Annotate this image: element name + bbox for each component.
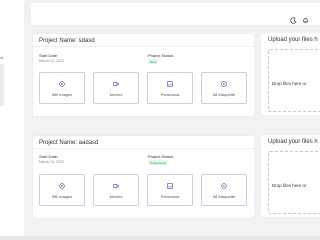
start-date-value: March 14, 2022 xyxy=(39,160,64,164)
movies-label: Movies xyxy=(109,194,123,199)
upload-panel: Upload your files h Drop files here or xyxy=(261,33,320,115)
bottom-edge xyxy=(0,236,320,240)
movies-label: Movies xyxy=(109,92,123,97)
upload-title: Upload your files h xyxy=(268,139,318,145)
aperture-icon xyxy=(59,81,65,87)
video-icon xyxy=(113,82,119,86)
status-badge: New xyxy=(148,59,159,64)
upload-panel: Upload your files h Drop files here or xyxy=(261,135,320,217)
bell-icon[interactable] xyxy=(302,11,309,24)
aperture-icon xyxy=(59,183,65,189)
project-card: Project Name: sdasd Start Date: March 13… xyxy=(32,33,255,117)
dropzone-text: Drop files here or xyxy=(272,81,307,86)
all-maquette-button[interactable]: All Maquette xyxy=(201,72,247,104)
still-images-label: Still Images xyxy=(51,194,73,199)
all-maquette-button[interactable]: All Maquette xyxy=(201,174,247,206)
play-icon xyxy=(221,81,227,87)
play-icon xyxy=(221,183,227,189)
panorama-label: Panorama xyxy=(160,194,180,199)
still-images-button[interactable]: Still Images xyxy=(39,174,85,206)
start-date-value: March 13, 2022 xyxy=(39,59,64,63)
moon-icon[interactable] xyxy=(290,11,297,24)
project-card: Project Name: aadasd Start Date: March 1… xyxy=(32,135,255,219)
all-maquette-label: All Maquette xyxy=(212,92,236,97)
image-icon xyxy=(167,183,173,189)
panorama-button[interactable]: Panorama xyxy=(147,72,193,104)
panorama-button[interactable]: Panorama xyxy=(147,174,193,206)
project-name: Project Name: aadasd xyxy=(39,140,99,146)
card-divider xyxy=(33,46,254,47)
project-status-label: Project Status: xyxy=(148,53,175,58)
still-images-label: Still Images xyxy=(51,92,73,97)
card-divider xyxy=(33,148,254,149)
top-bar: An ... xyxy=(31,3,320,25)
start-date-label: Start Date: xyxy=(39,154,59,159)
status-badge: Progressing xyxy=(148,160,169,165)
project-name: Project Name: sdasd xyxy=(39,38,95,44)
sidebar: ct. xyxy=(0,0,24,240)
video-icon xyxy=(113,184,119,188)
sidebar-text-fragment: ct. xyxy=(0,55,5,60)
movies-button[interactable]: Movies xyxy=(93,72,139,104)
sidebar-active-marker xyxy=(0,64,4,106)
panorama-label: Panorama xyxy=(160,92,180,97)
movies-button[interactable]: Movies xyxy=(93,174,139,206)
project-status-label: Project Status: xyxy=(148,154,175,159)
image-icon xyxy=(167,81,173,87)
upload-title: Upload your files h xyxy=(268,37,318,43)
all-maquette-label: All Maquette xyxy=(212,194,236,199)
still-images-button[interactable]: Still Images xyxy=(39,72,85,104)
start-date-label: Start Date: xyxy=(39,53,59,58)
dropzone-text: Drop files here or xyxy=(272,183,307,188)
